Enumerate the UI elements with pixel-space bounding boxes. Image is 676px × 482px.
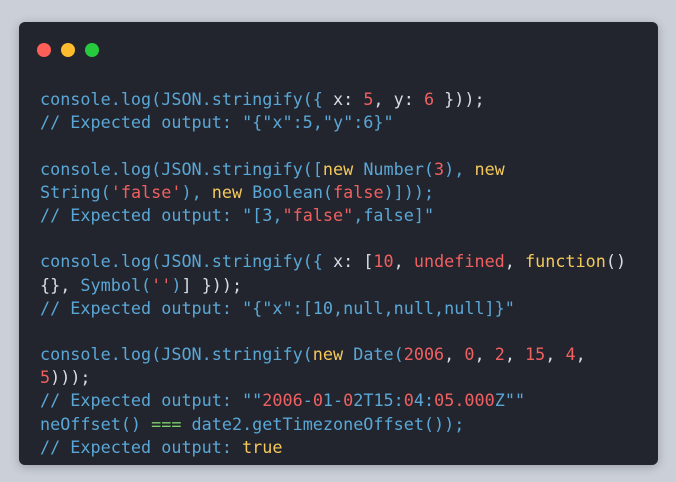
code-token: new bbox=[474, 158, 505, 179]
code-window: console.log(JSON.stringify({ x: 5, y: 6 … bbox=[19, 22, 658, 465]
code-token: new bbox=[322, 158, 364, 179]
maximize-button[interactable] bbox=[85, 43, 99, 57]
code-token: , bbox=[545, 344, 566, 365]
code-token: true bbox=[242, 436, 283, 457]
code-token: , bbox=[444, 344, 465, 365]
code-token: // Expected output: "[3, bbox=[40, 204, 283, 225]
code-token: , bbox=[575, 344, 586, 365]
code-token: // Expected output: "" bbox=[40, 390, 263, 411]
code-token: 6 bbox=[423, 89, 435, 109]
code-token: 2006 bbox=[403, 344, 445, 365]
code-line: neOffset() === date2.getTimezoneOffset()… bbox=[40, 413, 655, 436]
close-button[interactable] bbox=[37, 43, 51, 57]
code-token: 1- bbox=[322, 390, 344, 411]
code-token: 2006 bbox=[262, 390, 303, 411]
code-line: // Expected output: "{"x":5,"y":6}" bbox=[40, 111, 655, 134]
code-token: , bbox=[474, 344, 495, 365]
code-token: 0 bbox=[312, 390, 323, 411]
code-token: ,false]" bbox=[353, 204, 435, 225]
code-token: 0 bbox=[403, 390, 414, 411]
code-line: // Expected output: true bbox=[40, 436, 655, 459]
code-token: false bbox=[333, 181, 384, 202]
code-token: undefined bbox=[413, 251, 505, 272]
code-token: function bbox=[525, 251, 606, 272]
code-token: "false" bbox=[282, 204, 354, 225]
code-token: ), bbox=[181, 181, 212, 202]
code-token: console.log(JSON.stringify({ bbox=[40, 89, 333, 109]
code-token: 3 bbox=[434, 158, 445, 179]
code-token: // Expected output: "{"x":5,"y":6}" bbox=[40, 112, 394, 133]
code-token: , bbox=[504, 251, 526, 272]
code-token: ), bbox=[444, 158, 475, 179]
code-token: // Expected output: bbox=[40, 436, 243, 457]
code-token: 2T15: bbox=[353, 390, 404, 411]
code-line: String('false'), new Boolean(false)])); bbox=[40, 181, 655, 204]
code-line: console.log(JSON.stringify(new Date(2006… bbox=[40, 343, 655, 366]
window-controls bbox=[37, 43, 99, 57]
code-token: console.log(JSON.stringify({ bbox=[40, 251, 333, 272]
code-token: new bbox=[312, 344, 354, 365]
code-token: 15 bbox=[525, 344, 546, 365]
code-token: 4: bbox=[413, 390, 435, 411]
code-token: x: bbox=[333, 89, 364, 109]
code-token: Number( bbox=[363, 158, 435, 179]
code-token: console.log(JSON.stringify( bbox=[40, 344, 313, 365]
code-token: console.log(JSON.stringify([ bbox=[40, 158, 323, 179]
code-token: {}, bbox=[40, 274, 81, 295]
code-token: Symbol( bbox=[80, 274, 152, 295]
code-token: 4 bbox=[565, 344, 576, 365]
code-line: console.log(JSON.stringify({ x: [10, und… bbox=[40, 250, 655, 273]
code-token: 0 bbox=[343, 390, 354, 411]
code-token: date2.getTimezoneOffset()); bbox=[181, 413, 465, 434]
code-token: Z"" bbox=[494, 390, 526, 411]
code-token: () bbox=[605, 251, 627, 272]
code-token: , bbox=[504, 344, 526, 365]
code-token: 05.000 bbox=[434, 390, 495, 411]
code-token: ) bbox=[171, 274, 182, 295]
code-token: String( bbox=[40, 181, 111, 202]
code-token: 2 bbox=[494, 344, 505, 365]
code-line: console.log(JSON.stringify({ x: 5, y: 6 … bbox=[40, 88, 655, 111]
code-token: , bbox=[393, 251, 414, 272]
code-token: 5 bbox=[40, 367, 51, 388]
minimize-button[interactable] bbox=[61, 43, 75, 57]
code-token: , y: bbox=[373, 89, 424, 109]
code-token: 5 bbox=[363, 89, 374, 109]
code-token: x: [ bbox=[333, 251, 374, 272]
code-token: ] })); bbox=[181, 274, 243, 295]
code-line: // Expected output: "{"x":[10,null,null,… bbox=[40, 297, 655, 320]
code-token: 'false' bbox=[110, 181, 182, 202]
code-token: '' bbox=[151, 274, 172, 295]
code-token: - bbox=[302, 390, 313, 411]
code-line: console.log(JSON.stringify([new Number(3… bbox=[40, 158, 655, 181]
code-line: // Expected output: "[3,"false",false]" bbox=[40, 204, 655, 227]
code-token: 0 bbox=[464, 344, 475, 365]
code-token: Boolean( bbox=[252, 181, 334, 202]
code-token: })); bbox=[434, 89, 485, 109]
code-block: console.log(JSON.stringify({ x: 5, y: 6 … bbox=[40, 88, 655, 459]
code-token: === bbox=[151, 413, 182, 434]
code-token: new bbox=[211, 181, 253, 202]
code-token: Date( bbox=[353, 344, 404, 365]
code-token: 10 bbox=[373, 251, 394, 272]
code-token: neOffset() bbox=[40, 413, 152, 434]
code-line: {}, Symbol('')] })); bbox=[40, 274, 655, 297]
code-line: 5))); bbox=[40, 366, 655, 389]
code-token: )])); bbox=[383, 181, 435, 202]
code-line: // Expected output: ""2006-01-02T15:04:0… bbox=[40, 389, 655, 412]
code-token: ))); bbox=[50, 367, 91, 388]
code-token: // Expected output: "{"x":[10,null,null,… bbox=[40, 297, 515, 318]
